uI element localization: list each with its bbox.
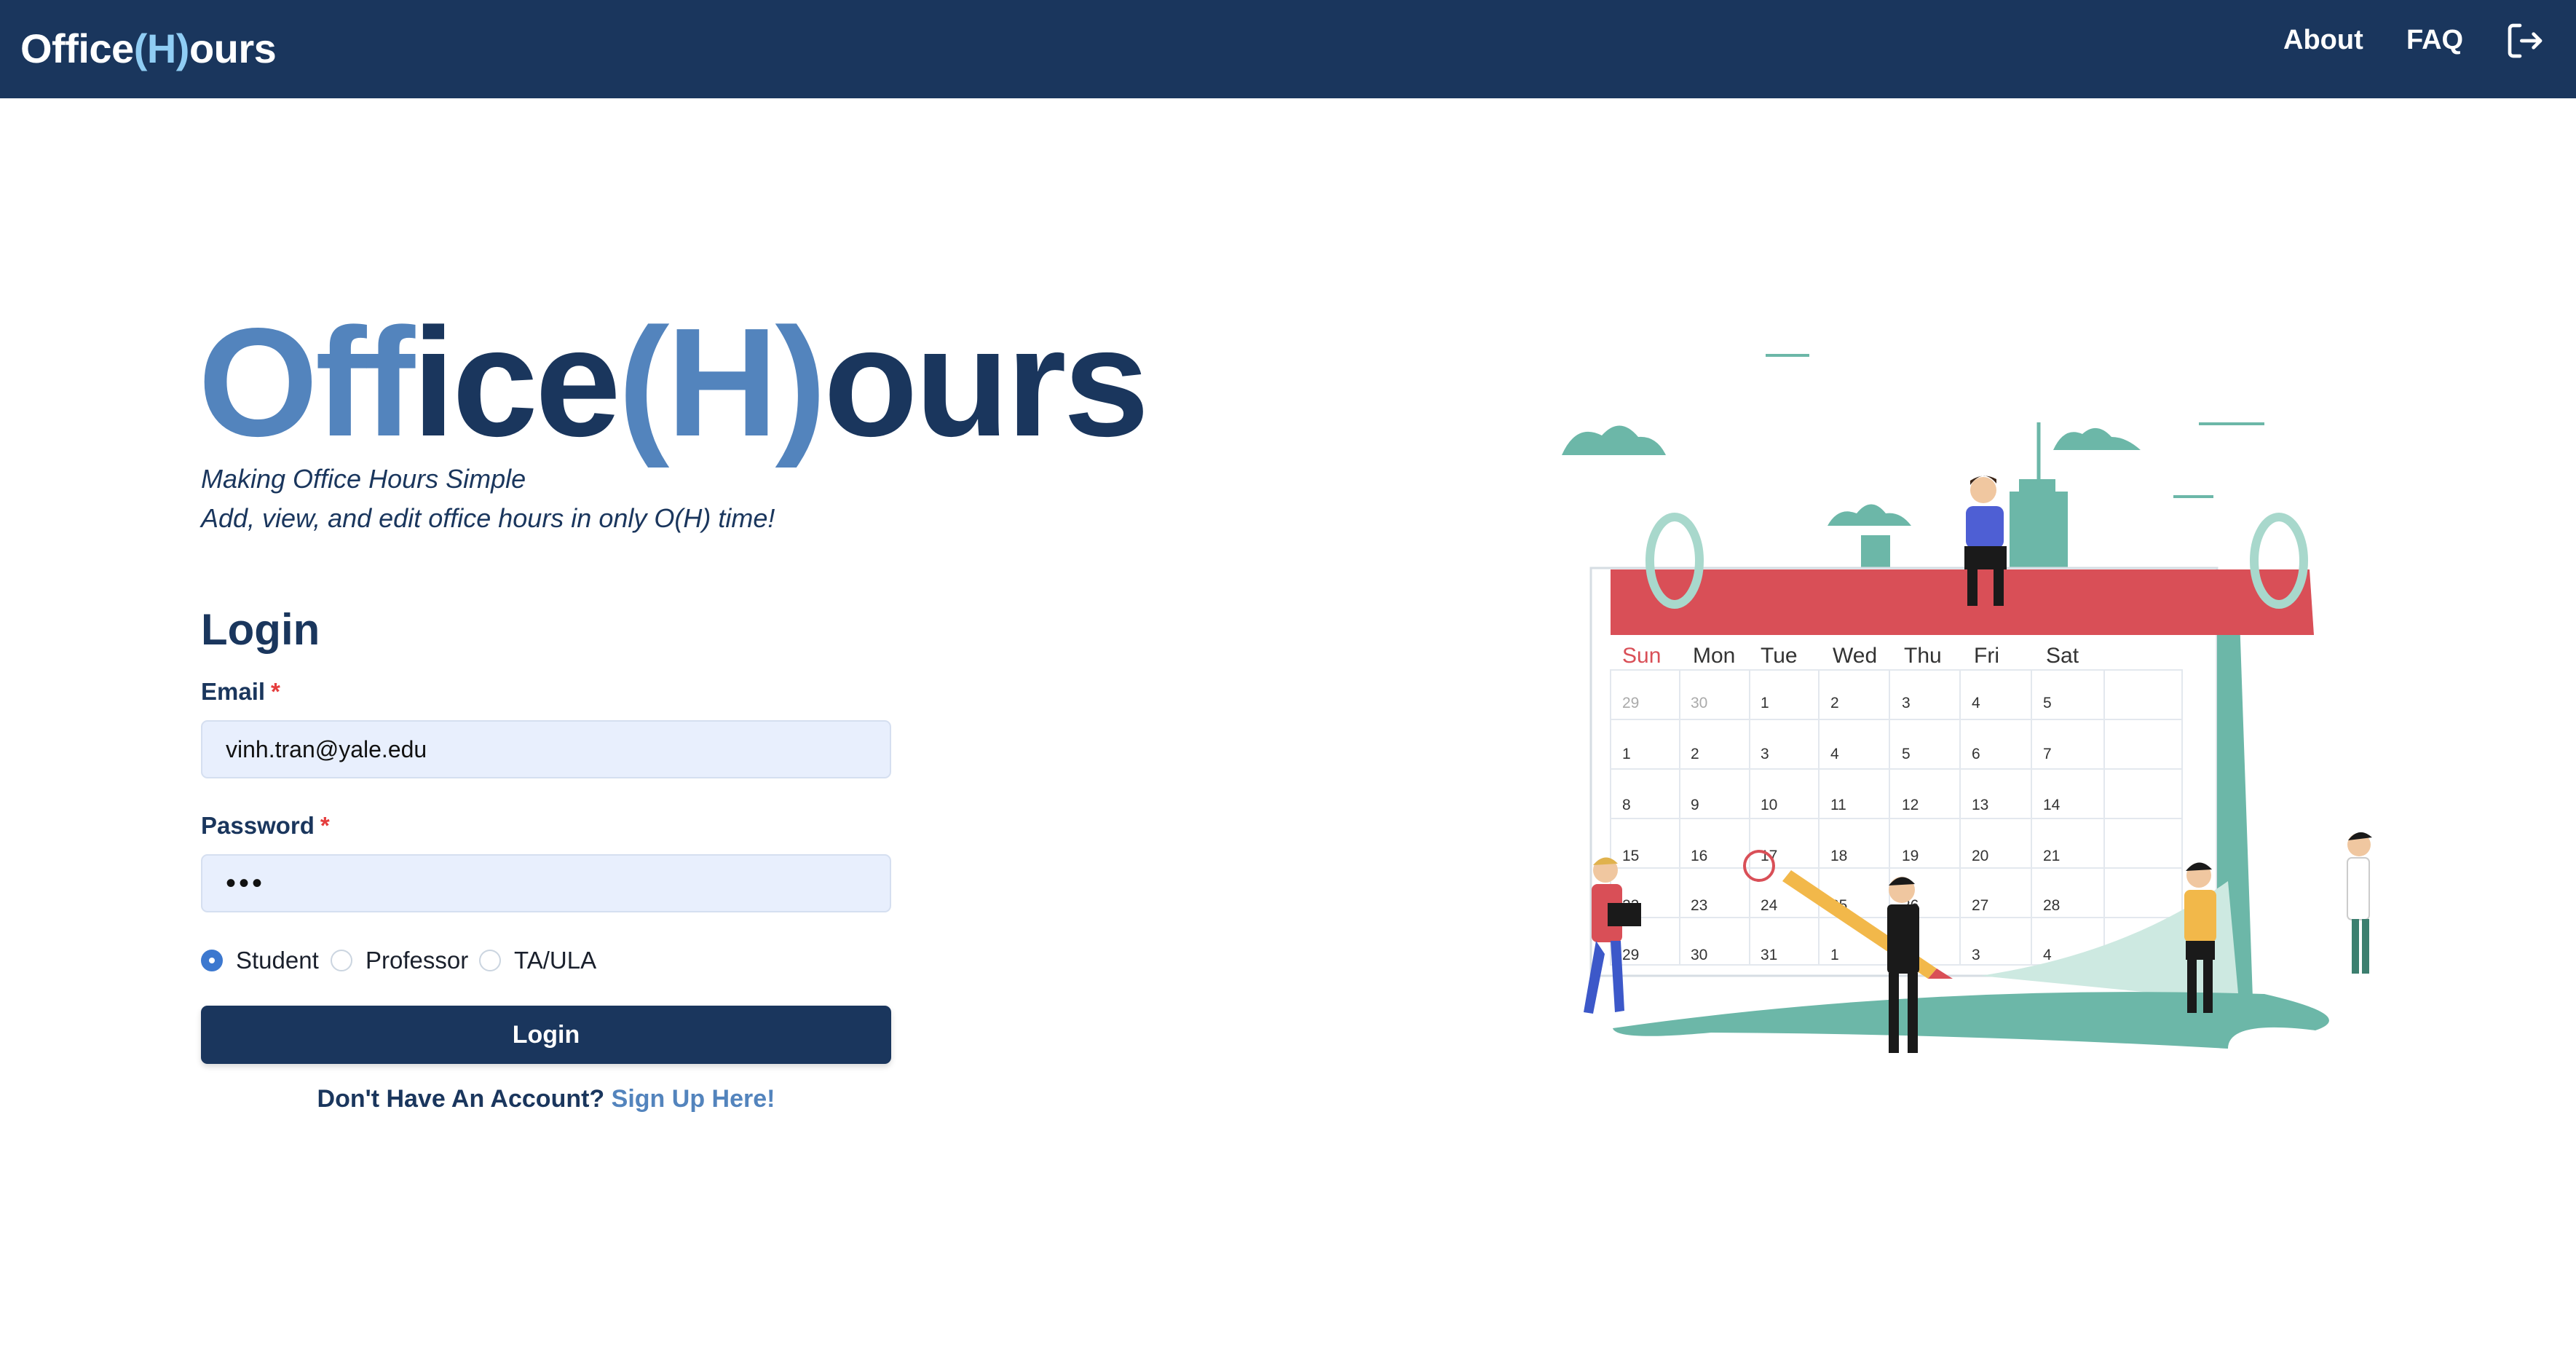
hero-title-accent: (H): [617, 296, 826, 468]
logout-icon[interactable]: [2505, 20, 2545, 61]
calendar-date: 3: [1902, 695, 1911, 711]
cloud-icon: [1562, 425, 1666, 455]
login-heading: Login: [201, 605, 320, 654]
calendar-date: 4: [1972, 695, 1980, 711]
calendar-date: 23: [1691, 897, 1707, 914]
calendar-date: 7: [2043, 746, 2052, 762]
calendar-date: 8: [1622, 797, 1631, 813]
role-label-taula: TA/ULA: [514, 947, 597, 974]
hero-title: Office(H)ours: [198, 295, 1150, 470]
calendar-date: 10: [1761, 797, 1777, 813]
calendar-date: 9: [1691, 797, 1699, 813]
tagline-secondary: Add, view, and edit office hours in only…: [201, 503, 775, 533]
calendar-date: 3: [1972, 947, 1980, 963]
password-label: Password *: [201, 810, 330, 842]
email-label: Email *: [201, 676, 280, 708]
calendar-date: 28: [2043, 897, 2060, 914]
signup-prompt: Don't Have An Account? Sign Up Here!: [201, 1082, 891, 1116]
calendar-date: 14: [2043, 797, 2061, 813]
role-label-professor: Professor: [366, 947, 469, 974]
email-field[interactable]: [201, 720, 891, 778]
hero-title-prefix: Off: [198, 296, 415, 468]
radio-checked-icon: [201, 950, 223, 971]
calendar-date: 12: [1902, 797, 1919, 813]
calendar-date: 3: [1761, 746, 1769, 762]
calendar-date: 5: [2043, 695, 2052, 711]
calendar-date: 2: [1830, 695, 1839, 711]
hero-title-mid: ice: [412, 296, 621, 468]
radio-unchecked-icon: [331, 950, 352, 971]
person-edge-icon: [2347, 832, 2372, 974]
calendar-date: 29: [1622, 947, 1639, 963]
required-mark: *: [320, 812, 330, 839]
role-label-student: Student: [236, 947, 319, 974]
brand-accent: (H): [133, 25, 190, 71]
day-name: Thu: [1904, 644, 1942, 668]
day-name: Tue: [1761, 644, 1798, 668]
tagline-primary: Making Office Hours Simple: [201, 464, 526, 494]
calendar-date: 1: [1622, 746, 1631, 762]
brand-prefix: Office: [20, 25, 134, 71]
calendar-date: 31: [1761, 947, 1777, 963]
calendar-illustration-svg: Sun Mon Tue Wed Thu Fri Sat 29 30 1 2 3 4 51 2 3…: [1562, 354, 2372, 1053]
day-name: Wed: [1833, 644, 1877, 668]
signup-question: Don't Have An Account?: [317, 1085, 605, 1113]
calendar-date: 4: [1830, 746, 1839, 762]
navbar: Office(H)ours About FAQ: [0, 0, 2576, 98]
cloud-icon: [2053, 427, 2141, 450]
day-name: Sat: [2046, 644, 2079, 668]
password-field[interactable]: [201, 854, 891, 912]
calendar-date: 21: [2043, 848, 2060, 864]
calendar-date: 16: [1691, 848, 1707, 864]
calendar-date: 30: [1691, 947, 1707, 963]
calendar-date: 15: [1622, 848, 1639, 864]
role-radio-student[interactable]: Student: [201, 944, 319, 977]
brand-suffix: ours: [189, 25, 277, 71]
calendar-date: 5: [1902, 746, 1911, 762]
role-radio-taula[interactable]: TA/ULA: [479, 944, 596, 977]
calendar-date: 24: [1761, 897, 1778, 914]
day-name: Fri: [1974, 644, 1999, 668]
calendar-date: 4: [2043, 947, 2052, 963]
calendar-date: 20: [1972, 848, 1988, 864]
calendar-date: 6: [1972, 746, 1980, 762]
calendar-date: 1: [1830, 947, 1839, 963]
ground-shadow: [1613, 992, 2329, 1049]
email-label-text: Email: [201, 678, 266, 705]
calendar-illustration: Sun Mon Tue Wed Thu Fri Sat 29 30 1 2 3 4 5 1 2 3…: [1529, 342, 2374, 1100]
role-radio-professor[interactable]: Professor: [331, 944, 468, 977]
password-label-text: Password: [201, 812, 315, 839]
calendar-date: 13: [1972, 797, 1988, 813]
calendar-date: 19: [1902, 848, 1919, 864]
brand-logo[interactable]: Office(H)ours: [20, 16, 277, 82]
calendar-date: 18: [1830, 848, 1847, 864]
calendar-date: 1: [1761, 695, 1769, 711]
hero-title-suffix: ours: [823, 296, 1149, 468]
nav-about-link[interactable]: About: [2283, 22, 2363, 58]
calendar-date: 27: [1972, 897, 1988, 914]
calendar-date: 30: [1691, 695, 1707, 711]
nav-faq-link[interactable]: FAQ: [2406, 22, 2463, 58]
day-name: Sun: [1622, 644, 1661, 668]
required-mark: *: [271, 678, 280, 705]
day-name: Mon: [1693, 644, 1735, 668]
calendar-date: 11: [1830, 797, 1846, 813]
radio-unchecked-icon: [479, 950, 501, 971]
calendar-header-bar: [1611, 569, 2314, 635]
building-icon: [2010, 492, 2068, 573]
calendar-date: 29: [1622, 695, 1639, 711]
calendar-date: 2: [1691, 746, 1699, 762]
signup-link[interactable]: Sign Up Here!: [612, 1085, 775, 1113]
cloud-icon: [1828, 504, 1911, 526]
login-button[interactable]: Login: [201, 1006, 891, 1064]
